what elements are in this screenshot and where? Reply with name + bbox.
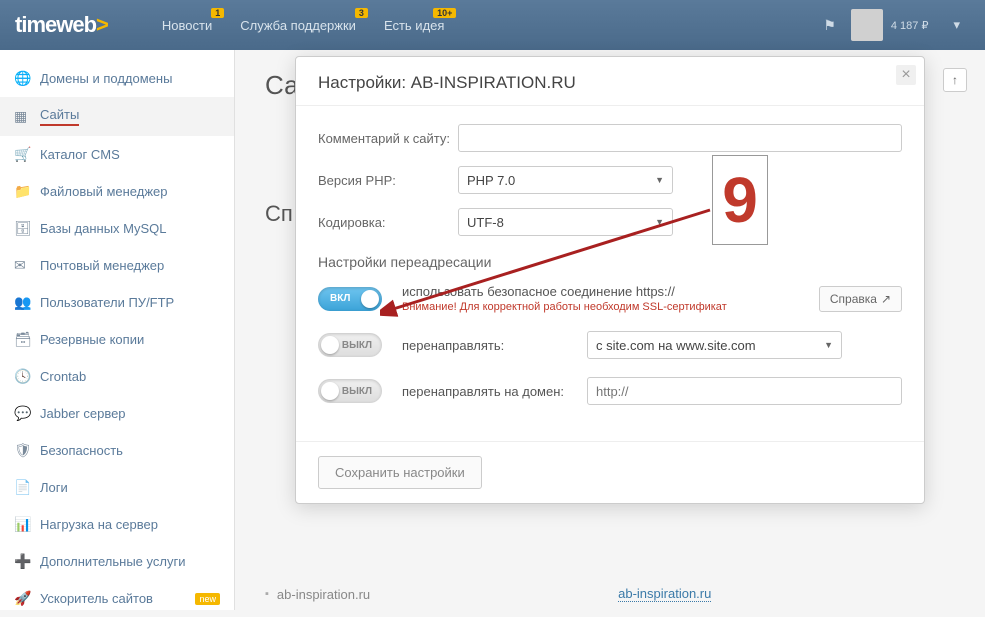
encoding-select[interactable]: UTF-8▼ [458,208,673,236]
chevron-down-icon: ▼ [824,340,833,350]
php-label: Версия PHP: [318,173,458,188]
balance: 4 187 ₽ [891,19,929,32]
sidebar-item-mysql[interactable]: 🗄Базы данных MySQL [0,210,234,247]
nav-idea[interactable]: Есть идея10+ [370,2,458,49]
help-button[interactable]: Справка↗ [819,286,902,312]
header: timeweb> Новости1 Служба поддержки3 Есть… [0,0,985,50]
save-button[interactable]: Сохранить настройки [318,456,482,489]
sidebar-item-files[interactable]: 📁Файловый менеджер [0,173,234,210]
encoding-label: Кодировка: [318,215,458,230]
domain-redirect-toggle[interactable]: ВЫКЛ [318,379,382,403]
redirect-label: перенаправлять: [402,338,567,353]
site-link[interactable]: ab-inspiration.ru [618,586,711,602]
annotation-number: 9 [712,155,768,245]
shield-icon: 🛡 [14,442,30,459]
https-toggle[interactable]: ВКЛ [318,287,382,311]
nav-news[interactable]: Новости1 [148,2,226,49]
redirect-select[interactable]: с site.com на www.site.com▼ [587,331,842,359]
chevron-down-icon: ▼ [655,175,664,185]
backup-icon: 🗃 [14,331,30,348]
logo[interactable]: timeweb> [15,12,108,38]
folder-icon: ▪ [265,588,269,600]
sidebar-item-sites[interactable]: ▦Сайты [0,97,234,136]
php-select[interactable]: PHP 7.0▼ [458,166,673,194]
up-button[interactable]: ↑ [943,68,967,92]
sidebar-item-load[interactable]: 📊Нагрузка на сервер [0,506,234,543]
comment-input[interactable] [458,124,902,152]
sidebar-item-security[interactable]: 🛡Безопасность [0,432,234,469]
flag-icon[interactable]: ⚑ [823,17,836,34]
redirect-section-title: Настройки переадресации [318,254,902,270]
layout-icon: ▦ [14,108,30,125]
chart-icon: 📊 [14,516,30,533]
logs-icon: 📄 [14,479,30,496]
modal-title: Настройки: AB-INSPIRATION.RU [296,57,924,106]
sidebar: 🌐Домены и поддомены ▦Сайты 🛒Каталог CMS … [0,50,235,610]
plus-icon: ➕ [14,553,30,570]
avatar [851,9,883,41]
close-icon[interactable]: × [896,65,916,85]
sidebar-item-logs[interactable]: 📄Логи [0,469,234,506]
globe-icon: 🌐 [14,70,30,87]
user-block[interactable]: 4 187 ₽ [851,9,929,41]
sidebar-item-accelerator[interactable]: 🚀Ускоритель сайтовnew [0,580,234,617]
folder-icon: 📁 [14,183,30,200]
chat-icon: 💬 [14,405,30,422]
sidebar-item-jabber[interactable]: 💬Jabber сервер [0,395,234,432]
https-warning: Внимание! Для корректной работы необходи… [402,301,799,313]
sidebar-item-domains[interactable]: 🌐Домены и поддомены [0,60,234,97]
domain-input[interactable] [587,377,902,405]
chevron-down-icon: ▼ [655,217,664,227]
cart-icon: 🛒 [14,146,30,163]
table-row: ▪ ab-inspiration.ru ab-inspiration.ru [265,586,955,602]
https-label: использовать безопасное соединение https… [402,284,799,299]
clock-icon: 🕓 [14,368,30,385]
users-icon: 👥 [14,294,30,311]
database-icon: 🗄 [14,220,30,237]
settings-modal: × Настройки: AB-INSPIRATION.RU Комментар… [295,56,925,504]
sidebar-item-crontab[interactable]: 🕓Crontab [0,358,234,395]
new-badge: new [195,593,220,605]
sidebar-item-addons[interactable]: ➕Дополнительные услуги [0,543,234,580]
site-name: ab-inspiration.ru [277,587,370,602]
comment-label: Комментарий к сайту: [318,131,458,146]
sidebar-item-cms[interactable]: 🛒Каталог CMS [0,136,234,173]
mail-icon: ✉ [14,257,30,274]
nav-support[interactable]: Служба поддержки3 [226,2,370,49]
www-redirect-toggle[interactable]: ВЫКЛ [318,333,382,357]
sidebar-item-users[interactable]: 👥Пользователи ПУ/FTP [0,284,234,321]
header-nav: Новости1 Служба поддержки3 Есть идея10+ [148,2,459,49]
domain-label: перенаправлять на домен: [402,384,567,399]
user-menu-caret[interactable]: ▾ [943,17,970,33]
sidebar-item-mail[interactable]: ✉Почтовый менеджер [0,247,234,284]
sidebar-item-backup[interactable]: 🗃Резервные копии [0,321,234,358]
rocket-icon: 🚀 [14,590,30,607]
external-icon: ↗ [881,292,891,306]
